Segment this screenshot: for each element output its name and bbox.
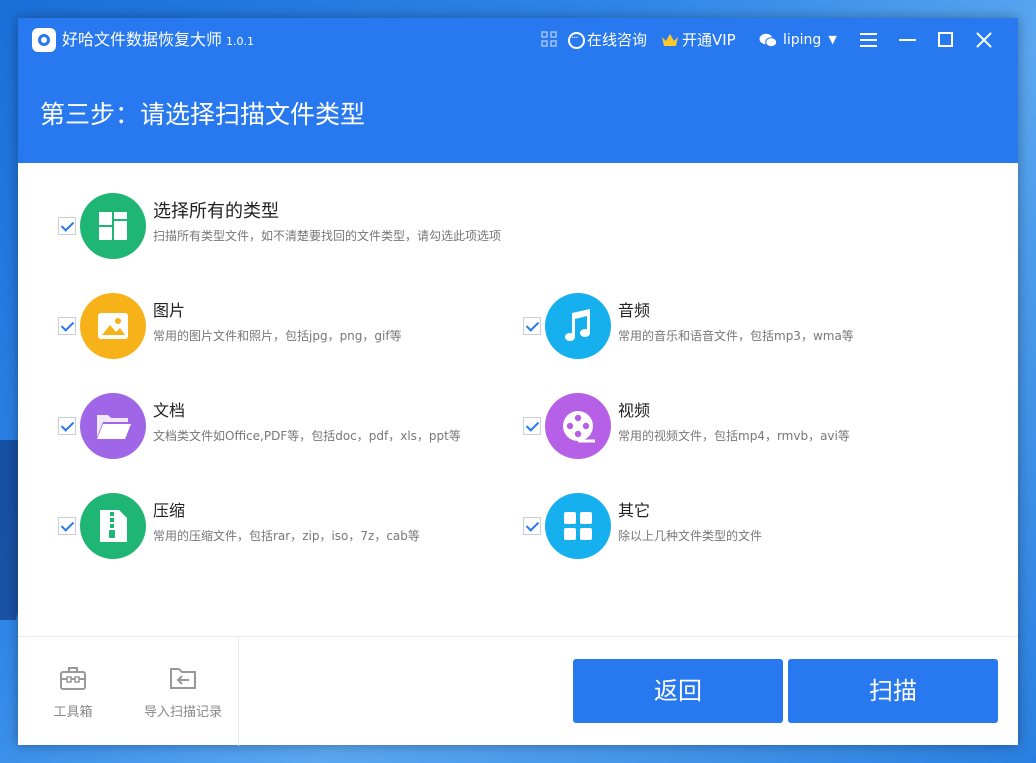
toolbox-button[interactable]: 工具箱 — [28, 637, 118, 746]
checkbox-all-types[interactable] — [58, 217, 76, 235]
vip-button[interactable]: 开通VIP — [661, 28, 736, 52]
footer-divider — [238, 637, 239, 746]
option-desc: 常用的音乐和语音文件，包括mp3，wma等 — [618, 329, 854, 343]
chat-icon — [568, 27, 585, 51]
footer: 工具箱 导入扫描记录 返回 扫描 — [18, 636, 1018, 746]
vip-label: 开通VIP — [682, 31, 736, 49]
option-other[interactable]: 其它 除以上几种文件类型的文件 — [523, 493, 953, 559]
import-label: 导入扫描记录 — [143, 705, 222, 720]
option-archive[interactable]: 压缩 常用的压缩文件，包括rar，zip，iso，7z，cab等 — [58, 493, 488, 559]
option-desc: 常用的压缩文件，包括rar，zip，iso，7z，cab等 — [153, 529, 420, 543]
toolbox-icon — [60, 667, 86, 690]
back-button[interactable]: 返回 — [573, 659, 783, 723]
chevron-down-icon: ▼ — [828, 33, 837, 46]
app-window: 好哈文件数据恢复大师1.0.1 在线咨询 开通VIP — [18, 18, 1018, 746]
option-title: 选择所有的类型 — [153, 201, 279, 222]
close-icon[interactable] — [972, 28, 996, 52]
all-types-icon — [80, 193, 146, 259]
film-reel-icon — [545, 393, 611, 459]
qr-code-icon[interactable] — [541, 31, 557, 47]
consult-button[interactable]: 在线咨询 — [568, 27, 648, 52]
grid-icon — [545, 493, 611, 559]
checkbox-archive[interactable] — [58, 517, 76, 535]
music-note-icon — [545, 293, 611, 359]
file-type-options: 选择所有的类型 扫描所有类型文件，如不清楚要找回的文件类型，请勾选此项选项 图片… — [18, 163, 1018, 636]
crown-icon — [662, 34, 678, 46]
user-name: liping — [783, 32, 822, 48]
option-all-types[interactable]: 选择所有的类型 扫描所有类型文件，如不清楚要找回的文件类型，请勾选此项选项 — [58, 193, 758, 259]
checkbox-video[interactable] — [523, 417, 541, 435]
option-desc: 常用的图片文件和照片，包括jpg，png，gif等 — [153, 329, 402, 343]
checkbox-document[interactable] — [58, 417, 76, 435]
wechat-icon — [759, 33, 777, 47]
option-title: 音频 — [618, 301, 651, 320]
option-title: 其它 — [618, 501, 651, 520]
folder-icon — [80, 393, 146, 459]
minimize-icon[interactable] — [896, 28, 920, 52]
maximize-icon[interactable] — [934, 28, 958, 52]
import-scan-record-button[interactable]: 导入扫描记录 — [133, 637, 233, 746]
option-audio[interactable]: 音频 常用的音乐和语音文件，包括mp3，wma等 — [523, 293, 953, 359]
archive-icon — [80, 493, 146, 559]
scan-button[interactable]: 扫描 — [788, 659, 998, 723]
app-version: 1.0.1 — [226, 35, 255, 48]
image-icon — [80, 293, 146, 359]
toolbox-label: 工具箱 — [53, 705, 93, 720]
option-desc: 文档类文件如Office,PDF等，包括doc，pdf，xls，ppt等 — [153, 429, 461, 443]
option-document[interactable]: 文档 文档类文件如Office,PDF等，包括doc，pdf，xls，ppt等 — [58, 393, 488, 459]
option-desc: 扫描所有类型文件，如不清楚要找回的文件类型，请勾选此项选项 — [153, 229, 502, 243]
option-title: 压缩 — [153, 501, 186, 520]
checkbox-audio[interactable] — [523, 317, 541, 335]
option-desc: 常用的视频文件，包括mp4，rmvb，avi等 — [618, 429, 850, 443]
option-image[interactable]: 图片 常用的图片文件和照片，包括jpg，png，gif等 — [58, 293, 488, 359]
header: 好哈文件数据恢复大师1.0.1 在线咨询 开通VIP — [18, 18, 1018, 163]
option-title: 图片 — [153, 301, 186, 320]
option-title: 文档 — [153, 401, 186, 420]
app-title: 好哈文件数据恢复大师 1.0.1 — [62, 29, 254, 53]
option-title: 视频 — [618, 401, 651, 420]
option-desc: 除以上几种文件类型的文件 — [618, 529, 763, 543]
checkbox-image[interactable] — [58, 317, 76, 335]
menu-icon[interactable] — [857, 28, 881, 52]
option-video[interactable]: 视频 常用的视频文件，包括mp4，rmvb，avi等 — [523, 393, 953, 459]
consult-label: 在线咨询 — [587, 31, 648, 49]
titlebar: 好哈文件数据恢复大师1.0.1 在线咨询 开通VIP — [18, 18, 1018, 62]
app-name: 好哈文件数据恢复大师 — [62, 30, 223, 49]
checkbox-other[interactable] — [523, 517, 541, 535]
step-title: 第三步：请选择扫描文件类型 — [40, 100, 366, 129]
app-logo-icon — [32, 28, 56, 52]
import-folder-icon — [170, 668, 196, 689]
user-menu[interactable]: liping ▼ — [759, 28, 837, 52]
